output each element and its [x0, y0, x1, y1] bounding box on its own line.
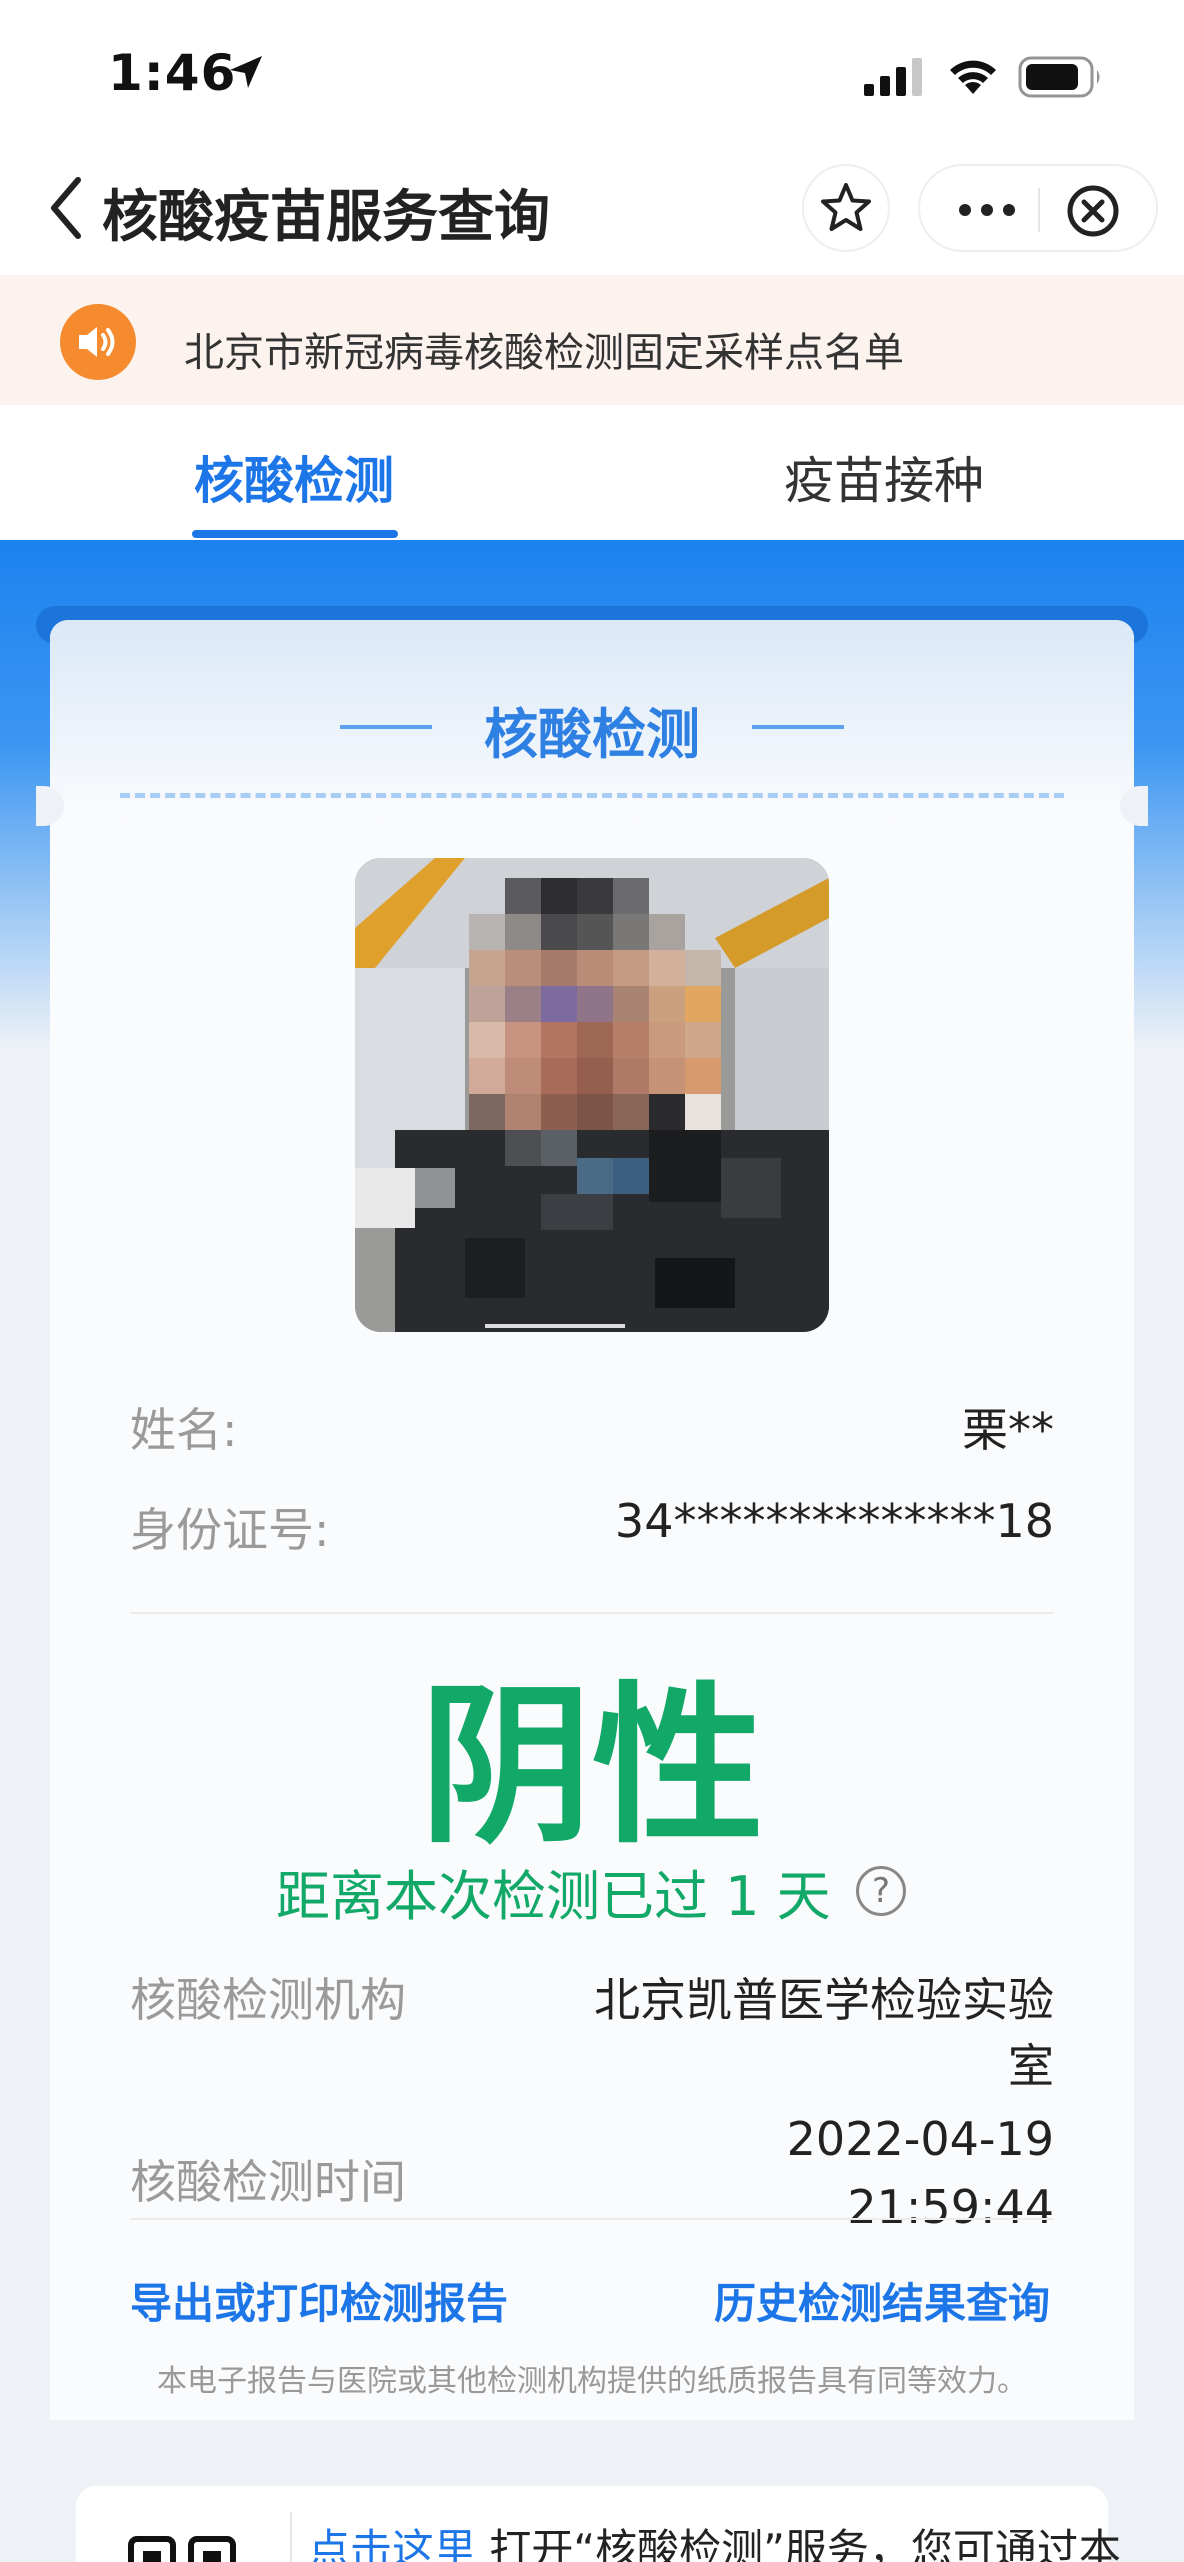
- export-report-link[interactable]: 导出或打印检测报告: [130, 2270, 508, 2331]
- open-service-link[interactable]: 点击这里: [308, 2525, 476, 2562]
- qr-code-icon: [128, 2536, 236, 2562]
- back-chevron-icon[interactable]: [46, 176, 86, 240]
- id-label: 身份证号:: [130, 1503, 330, 1557]
- card-title: 核酸检测: [484, 703, 700, 766]
- wifi-icon: [950, 60, 996, 94]
- capsule-divider: [1038, 188, 1040, 232]
- pixelated-portrait: [355, 858, 829, 1332]
- profile-photo: [355, 858, 829, 1332]
- test-time-date: 2022-04-19: [786, 2112, 1054, 2166]
- close-icon[interactable]: [1066, 184, 1120, 238]
- name-label: 姓名:: [130, 1403, 238, 1457]
- test-result: 阴性: [420, 1666, 764, 1867]
- service-tip-text: 点击这里 打开“核酸检测”服务，您可通过本: [308, 2516, 1121, 2562]
- dashed-divider: [120, 793, 1064, 798]
- tab-vaccination[interactable]: 疫苗接种: [784, 441, 984, 513]
- name-value: 栗**: [962, 1403, 1054, 1457]
- battery-icon: [1018, 56, 1100, 98]
- days-since-test: 距离本次检测已过 1 天: [276, 1865, 831, 1928]
- tab-nucleic-test[interactable]: 核酸检测: [194, 441, 394, 513]
- service-tip-body: 打开“核酸检测”服务，您可通过本: [476, 2525, 1121, 2562]
- tab-active-indicator: [192, 530, 398, 538]
- status-time: 1:46: [108, 44, 237, 102]
- test-time-label: 核酸检测时间: [130, 2155, 406, 2209]
- more-options-icon[interactable]: [956, 196, 1018, 224]
- help-icon[interactable]: ?: [856, 1866, 906, 1916]
- mini-program-capsule: [918, 164, 1158, 252]
- notice-text[interactable]: 北京市新冠病毒核酸检测固定采样点名单: [184, 320, 904, 378]
- tab-bar: [0, 405, 1184, 540]
- info-divider: [130, 1612, 1054, 1614]
- history-results-link[interactable]: 历史检测结果查询: [714, 2270, 1050, 2331]
- institution-value-line2: 室: [1008, 2039, 1054, 2093]
- id-value: 34**************18: [614, 1494, 1054, 1548]
- institution-value-line1: 北京凯普医学检验实验: [594, 1973, 1054, 2027]
- tip-separator: [290, 2512, 292, 2562]
- report-footnote: 本电子报告与医院或其他检测机构提供的纸质报告具有同等效力。: [157, 2364, 1027, 2399]
- time-divider: [130, 2218, 1054, 2220]
- test-time-clock: 21:59:44: [847, 2180, 1054, 2234]
- cellular-signal-icon: [864, 58, 922, 96]
- location-arrow-icon: [230, 56, 262, 88]
- page-title: 核酸疫苗服务查询: [102, 185, 550, 250]
- favorite-button[interactable]: [802, 164, 890, 252]
- speaker-icon: [60, 304, 136, 380]
- institution-label: 核酸检测机构: [130, 1973, 406, 2027]
- star-icon: [821, 183, 871, 231]
- title-decor-right: [752, 725, 844, 729]
